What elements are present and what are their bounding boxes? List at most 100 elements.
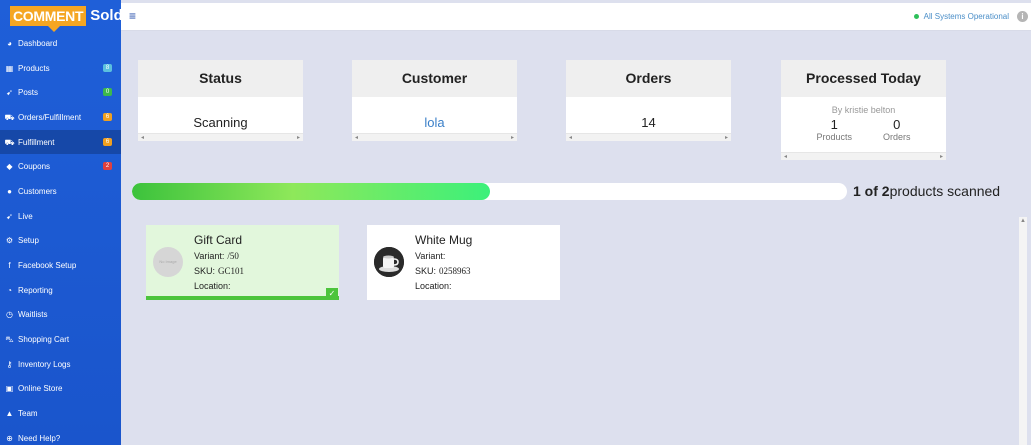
truck-icon: ⛟ bbox=[4, 137, 15, 147]
product-location: Location: bbox=[194, 281, 234, 291]
product-variant: Variant: bbox=[415, 251, 448, 261]
product-variant: Variant:/50 bbox=[194, 251, 239, 261]
sidebar-item-label: Team bbox=[18, 409, 38, 419]
sidebar-item-facebook-setup[interactable]: f Facebook Setup bbox=[0, 253, 121, 278]
gears-icon: ⚙ bbox=[5, 236, 14, 246]
processed-card-scrollbar[interactable]: ◂ ▸ bbox=[781, 152, 946, 160]
sidebar-item-online-store[interactable]: ▣ Online Store bbox=[0, 377, 121, 402]
processed-orders-label: Orders bbox=[882, 132, 911, 142]
processed-products-count: 1 bbox=[830, 117, 838, 132]
variant-value: /50 bbox=[227, 251, 239, 261]
rss-icon: ➹ bbox=[6, 88, 13, 98]
sidebar-item-posts[interactable]: ➹ Posts 0 bbox=[0, 80, 121, 105]
sidebar-item-label: Waitlists bbox=[18, 310, 48, 320]
processed-today-body: By kristie belton 1 Products 0 Orders bbox=[781, 97, 946, 152]
system-status[interactable]: All Systems Operational bbox=[913, 12, 1009, 21]
sidebar-item-products[interactable]: ▦ Products 8 bbox=[0, 56, 121, 81]
sidebar-item-coupons[interactable]: ◆ Coupons 2 bbox=[0, 154, 121, 179]
hamburger-menu-icon[interactable]: ≡ bbox=[129, 10, 136, 22]
orders-card: Orders 14 ◂ ▸ bbox=[566, 60, 731, 141]
orders-card-scrollbar[interactable]: ◂ ▸ bbox=[566, 133, 731, 141]
sidebar-item-label: Customers bbox=[18, 186, 57, 196]
facebook-icon: f bbox=[8, 261, 11, 271]
processed-today-title: Processed Today bbox=[781, 60, 946, 97]
scroll-up-icon[interactable]: ▲ bbox=[1019, 217, 1027, 225]
sidebar-item-waitlists[interactable]: ◷ Waitlists bbox=[0, 303, 121, 328]
sidebar-item-label: Orders/Fulfillment bbox=[18, 112, 82, 122]
sidebar-badge: 8 bbox=[103, 63, 112, 72]
sidebar-item-label: Reporting bbox=[18, 285, 53, 295]
status-card-scrollbar[interactable]: ◂ ▸ bbox=[138, 133, 303, 141]
customer-card: Customer lola ◂ ▸ bbox=[352, 60, 517, 141]
status-card: Status Scanning ◂ ▸ bbox=[138, 60, 303, 141]
mug-thumbnail-icon bbox=[374, 247, 404, 277]
info-icon[interactable]: i bbox=[1017, 11, 1028, 22]
processed-by: By kristie belton bbox=[831, 105, 896, 115]
processed-orders: 0 Orders bbox=[882, 117, 911, 143]
sidebar-badge: 6 bbox=[103, 137, 112, 146]
sidebar-item-inventory-logs[interactable]: ⚷ Inventory Logs bbox=[0, 352, 121, 377]
no-image-placeholder-icon: No Image bbox=[153, 247, 183, 277]
sidebar-item-fulfillment[interactable]: ⛟ Fulfillment 6 bbox=[0, 129, 121, 155]
sidebar-item-dashboard[interactable]: ◕ Dashboard bbox=[0, 31, 121, 56]
sidebar-item-team[interactable]: ▲ Team bbox=[0, 401, 121, 426]
system-status-label: All Systems Operational bbox=[923, 12, 1009, 21]
sidebar-item-setup[interactable]: ⚙ Setup bbox=[0, 229, 121, 254]
rss-icon: ➹ bbox=[6, 211, 13, 221]
pie-chart-icon: ◔ bbox=[7, 285, 12, 295]
key-icon: ⚷ bbox=[6, 359, 13, 369]
lock-icon: ▲ bbox=[5, 409, 14, 419]
sku-value: GC101 bbox=[218, 266, 245, 276]
lifebuoy-icon: ⊕ bbox=[6, 433, 13, 443]
cart-icon: ⛍ bbox=[5, 335, 14, 345]
processed-today-card: Processed Today By kristie belton 1 Prod… bbox=[781, 60, 946, 160]
sidebar: COMMENT Sold ◕ Dashboard ▦ Products 8 ➹ Posts 0… bbox=[0, 0, 123, 445]
customer-card-title: Customer bbox=[352, 60, 517, 97]
sidebar-badge: 6 bbox=[103, 113, 112, 122]
orders-value: 14 bbox=[641, 115, 656, 130]
scan-progress-suffix: products scanned bbox=[889, 183, 1001, 199]
product-card-white-mug[interactable]: White Mug Variant: SKU: 0258963 Location: bbox=[367, 225, 560, 300]
sku-label: SKU: bbox=[194, 266, 216, 276]
sidebar-item-label: Coupons bbox=[18, 162, 51, 172]
sidebar-item-label: Products bbox=[18, 63, 50, 73]
sidebar-item-label: Need Help? bbox=[18, 433, 61, 443]
scan-progress-count: 1 of 2 bbox=[853, 183, 890, 199]
customer-link[interactable]: lola bbox=[352, 97, 517, 133]
processed-products: 1 Products bbox=[816, 117, 853, 143]
truck-icon: ⛟ bbox=[4, 112, 15, 122]
sidebar-badge: 2 bbox=[103, 162, 112, 171]
sidebar-item-label: Facebook Setup bbox=[18, 261, 77, 271]
clock-icon: ◷ bbox=[6, 310, 13, 320]
sidebar-item-reporting[interactable]: ◔ Reporting bbox=[0, 278, 121, 303]
grid-icon: ▦ bbox=[5, 63, 14, 73]
sidebar-item-customers[interactable]: ● Customers bbox=[0, 179, 121, 204]
dashboard-icon: ◕ bbox=[7, 38, 12, 48]
logo[interactable]: COMMENT Sold bbox=[10, 6, 123, 32]
sidebar-item-orders-fulfillment[interactable]: ⛟ Orders/Fulfillment 6 bbox=[0, 105, 121, 130]
topbar: ≡ All Systems Operational i bbox=[121, 3, 1031, 31]
sku-label: SKU: bbox=[415, 266, 437, 276]
sidebar-item-label: Dashboard bbox=[18, 38, 58, 48]
variant-label: Variant: bbox=[415, 251, 446, 261]
sidebar-item-need-help[interactable]: ⊕ Need Help? bbox=[0, 426, 121, 445]
customer-card-scrollbar[interactable]: ◂ ▸ bbox=[352, 133, 517, 141]
processed-orders-count: 0 bbox=[893, 117, 901, 132]
tag-icon: ◆ bbox=[6, 162, 13, 172]
scan-progress-text: 1 of 2products scanned bbox=[853, 183, 1000, 200]
processed-products-label: Products bbox=[816, 132, 853, 142]
location-label: Location: bbox=[415, 281, 452, 291]
product-card-gift-card[interactable]: No Image Gift Card Variant:/50 SKU: GC101… bbox=[146, 225, 339, 300]
status-value: Scanning bbox=[193, 115, 248, 130]
vertical-scrollbar[interactable]: ▲ bbox=[1019, 217, 1027, 445]
logo-sold: Sold bbox=[90, 7, 123, 24]
sidebar-item-label: Posts bbox=[18, 88, 39, 98]
product-location: Location: bbox=[415, 281, 455, 291]
sidebar-item-label: Online Store bbox=[18, 384, 63, 394]
sidebar-item-label: Inventory Logs bbox=[18, 359, 71, 369]
product-name: Gift Card bbox=[194, 233, 243, 247]
sidebar-item-shopping-cart[interactable]: ⛍ Shopping Cart bbox=[0, 327, 121, 352]
sidebar-item-live[interactable]: ➹ Live bbox=[0, 204, 121, 229]
sidebar-item-label: Shopping Cart bbox=[18, 335, 70, 345]
user-icon: ● bbox=[7, 186, 12, 196]
